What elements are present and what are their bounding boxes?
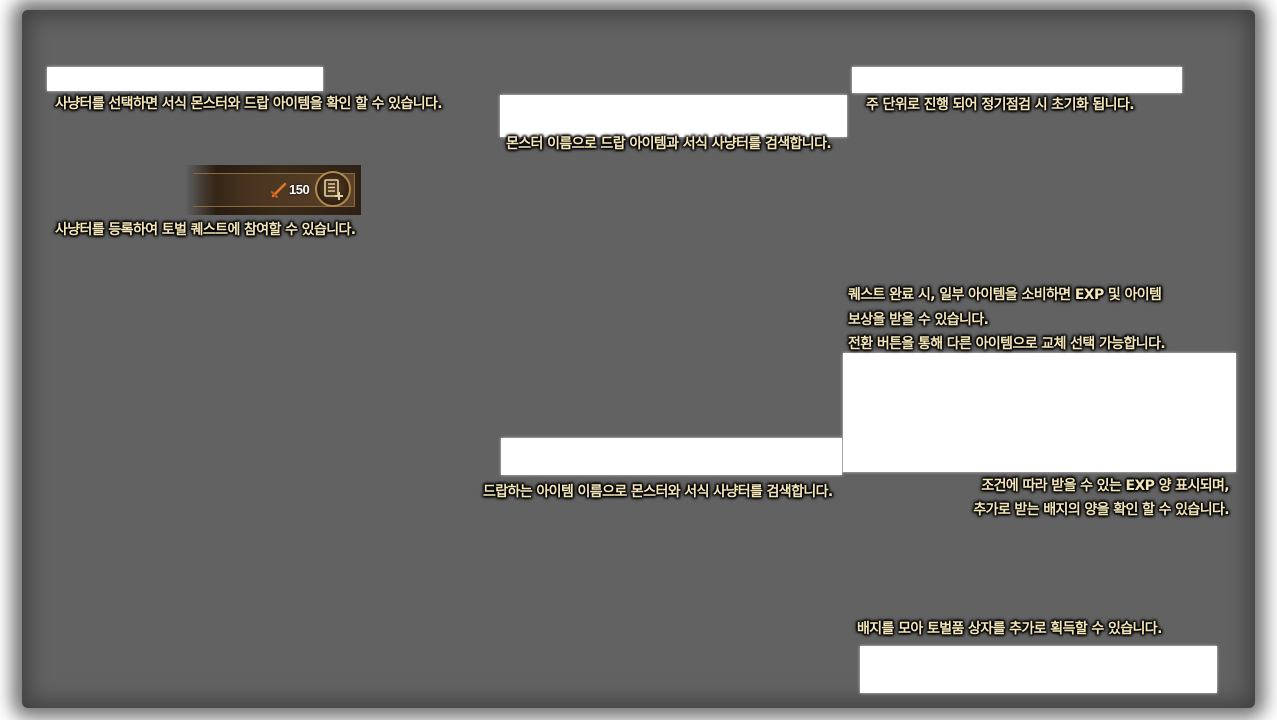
monster-search-highlight: [500, 95, 847, 137]
item-search-highlight: [501, 438, 842, 475]
tip-quest-reward-line3: 전환 버튼을 통해 다른 아이템으로 교체 선택 가능합니다.: [848, 336, 1166, 352]
tip-exp-badge-line1: 조건에 따라 받을 수 있는 EXP 양 표시되며,: [981, 478, 1229, 494]
tip-monster-search: 몬스터 이름으로 드랍 아이템과 서식 사냥터를 검색합니다.: [506, 136, 832, 152]
sword-icon: [269, 180, 289, 200]
badge-box-highlight: [860, 646, 1217, 693]
tip-badge-box: 배지를 모아 토벌품 상자를 추가로 획득할 수 있습니다.: [857, 621, 1162, 637]
register-list-icon: [324, 179, 343, 200]
tip-item-search: 드랍하는 아이템 이름으로 몬스터와 서식 사냥터를 검색합니다.: [483, 484, 833, 500]
tip-quest-reward-line2: 보상을 받을 수 있습니다.: [848, 312, 989, 328]
hunting-ground-list-highlight: [47, 67, 323, 91]
register-hunting-ground-button[interactable]: [315, 171, 351, 207]
tip-register-hunting-ground: 사냥터를 등록하여 토벌 퀘스트에 참여할 수 있습니다.: [55, 222, 356, 238]
tip-select-hunting-ground: 사냥터를 선택하면 서식 몬스터와 드랍 아이템을 확인 할 수 있습니다.: [55, 96, 443, 112]
hunting-ground-level: 150: [289, 182, 310, 197]
tip-exp-badge-line2: 추가로 받는 배지의 양을 확인 할 수 있습니다.: [973, 502, 1229, 518]
weekly-quest-highlight: [852, 67, 1182, 93]
tip-quest-reward-line1: 퀘스트 완료 시, 일부 아이템을 소비하면 EXP 및 아이템: [848, 287, 1162, 303]
quest-reward-highlight: [843, 353, 1236, 472]
tip-weekly-reset: 주 단위로 진행 되어 정기점검 시 초기화 됩니다.: [866, 97, 1135, 113]
hunting-ground-slot: 150: [185, 165, 361, 215]
